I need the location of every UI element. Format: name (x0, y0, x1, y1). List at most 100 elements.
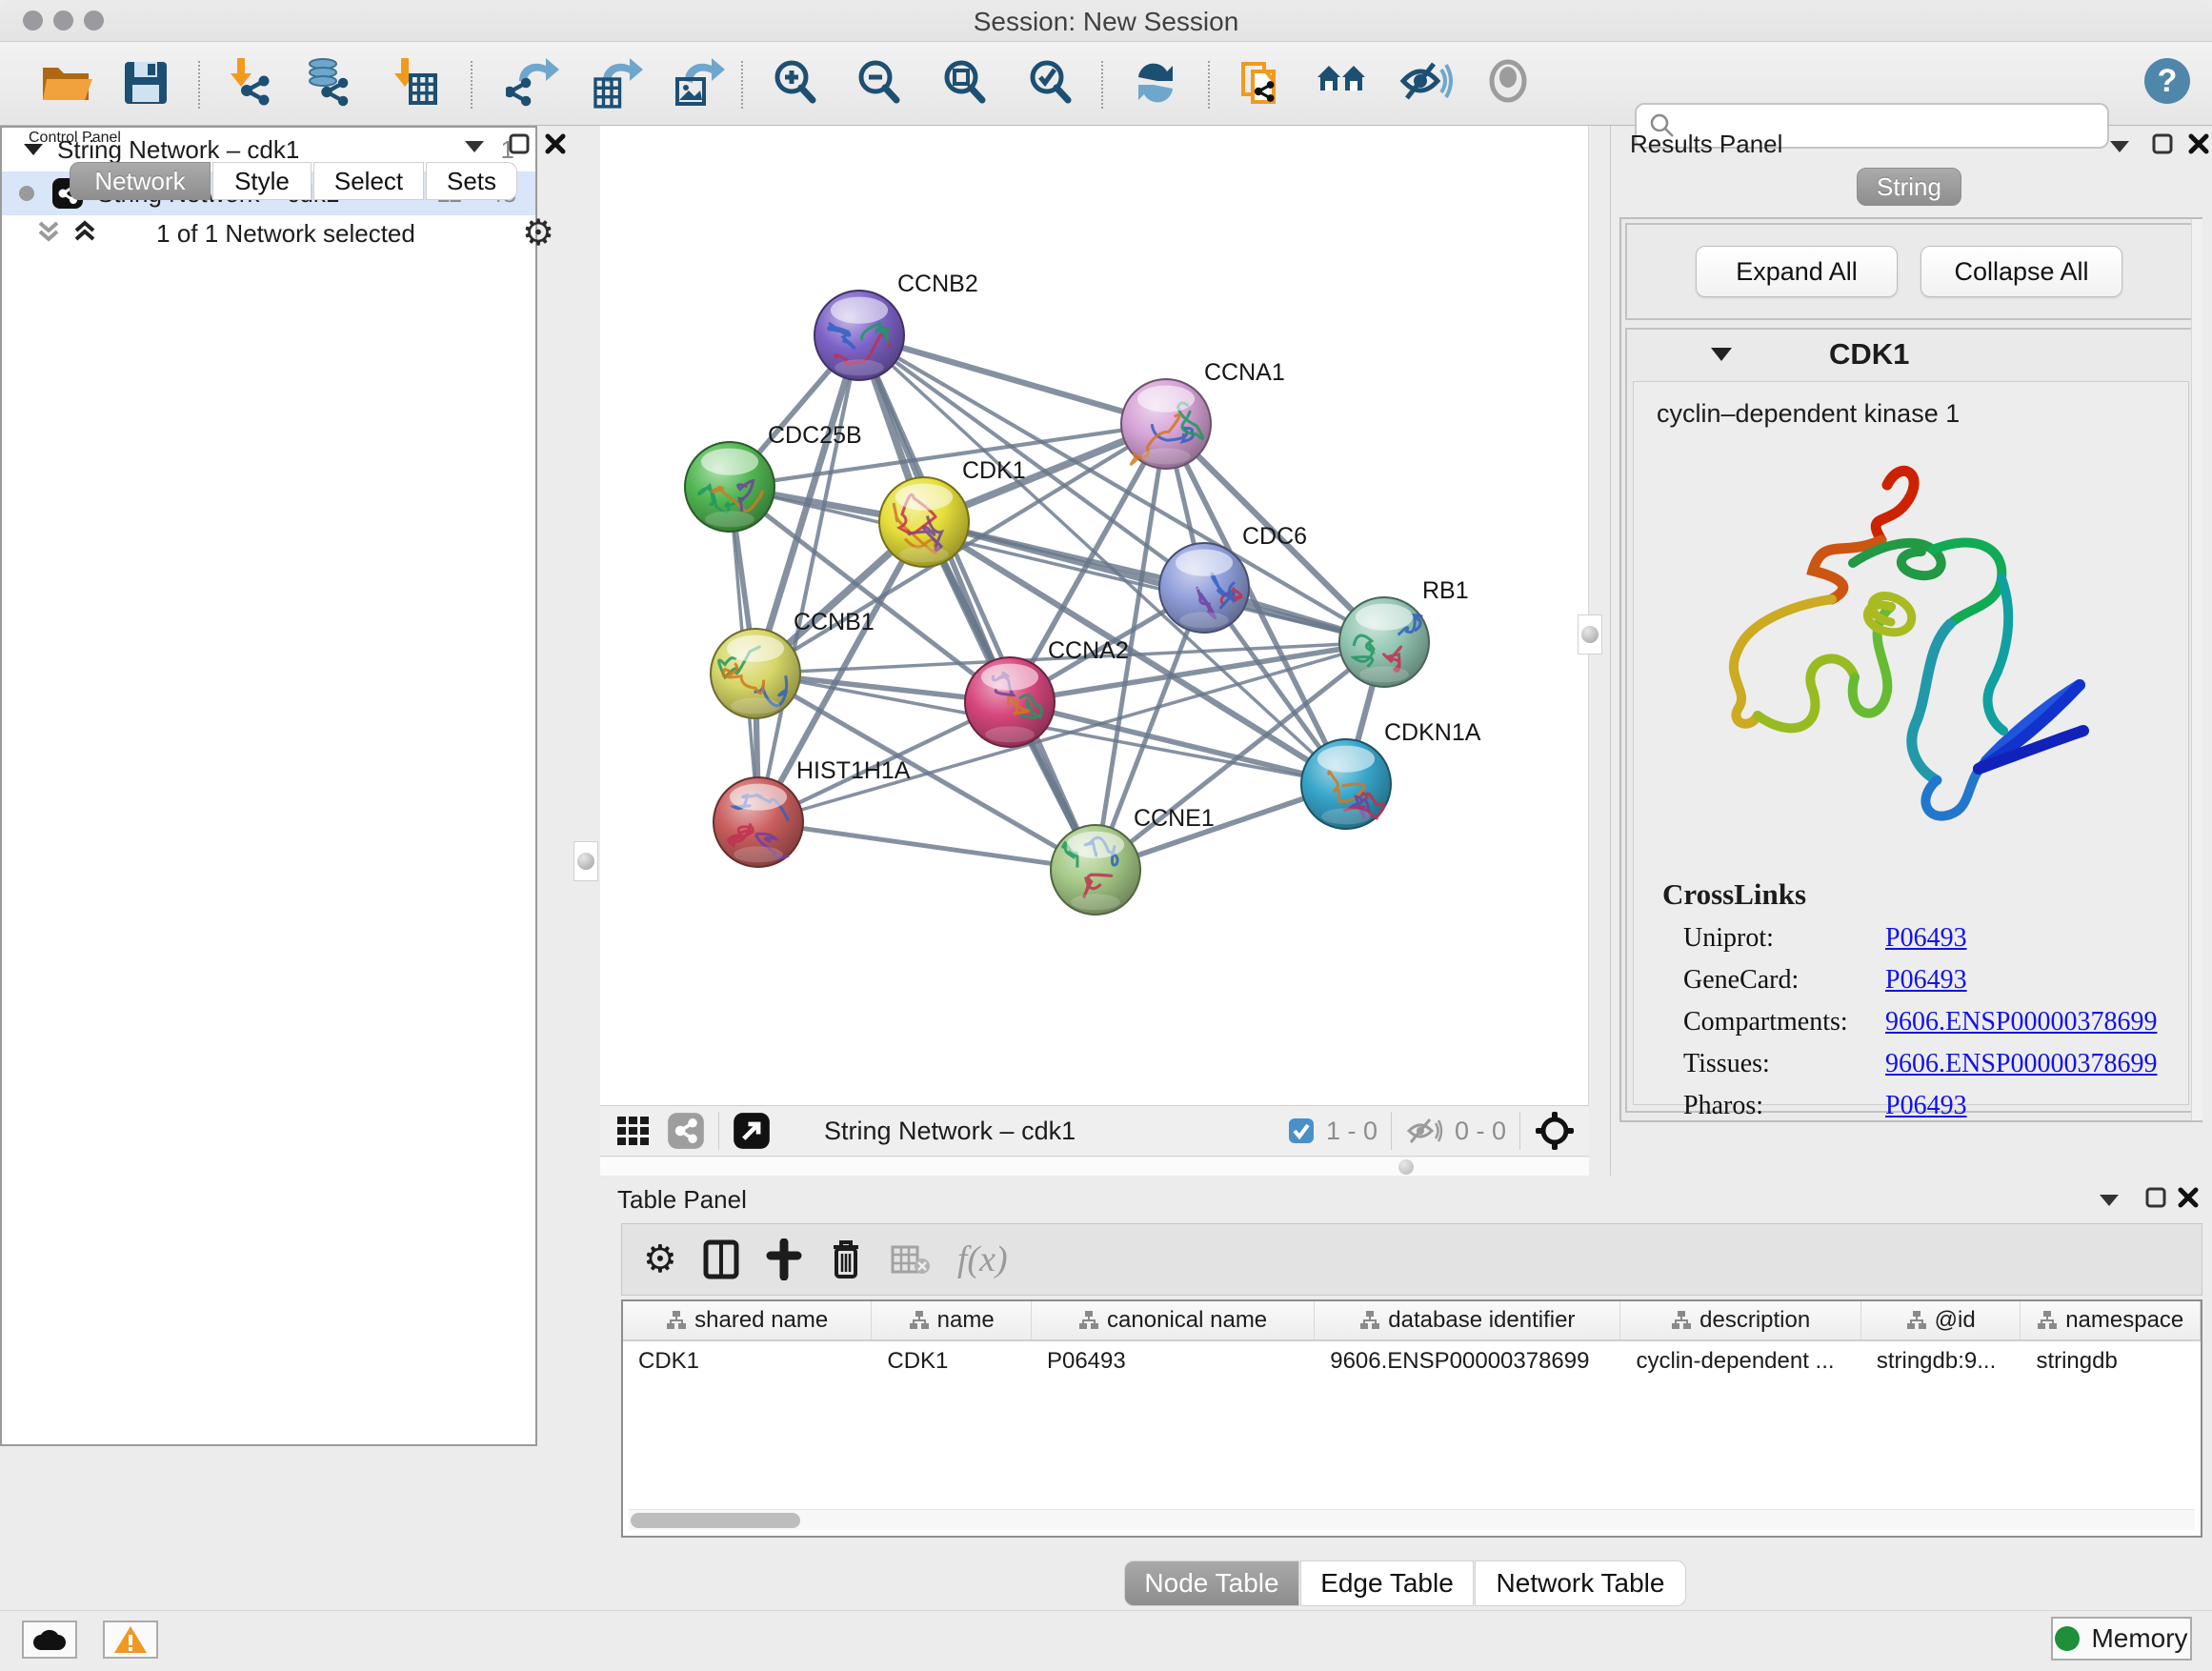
import-database-icon[interactable] (301, 55, 358, 112)
selected-checkbox-icon[interactable] (1288, 1117, 1315, 1144)
node-CCNB1[interactable]: CCNB1 (711, 609, 875, 718)
zoom-selected-icon[interactable] (1023, 55, 1080, 112)
edge-CCNB2-CCNE1[interactable] (859, 335, 1096, 870)
right-splitter-handle[interactable] (1578, 614, 1602, 654)
results-panel-float-icon[interactable] (2152, 133, 2173, 154)
control-panel-float-icon[interactable] (509, 133, 530, 154)
memory-button[interactable]: Memory (2051, 1617, 2192, 1661)
add-column-icon[interactable] (765, 1238, 803, 1280)
gene-collapse-icon[interactable] (1709, 346, 1734, 363)
column-header-namespace[interactable]: namespace (2021, 1301, 2201, 1339)
crosslink-link[interactable]: 9606.ENSP00000378699 (1885, 1007, 2157, 1037)
hidden-eye-icon[interactable] (1405, 1116, 1443, 1146)
horizontal-splitter[interactable] (600, 1158, 1589, 1177)
table-hscroll-thumb[interactable] (631, 1513, 800, 1528)
import-network-icon[interactable] (221, 55, 278, 112)
column-header-name[interactable]: name (872, 1301, 1032, 1339)
table-cell[interactable]: stringdb (2021, 1341, 2201, 1381)
tab-node-table[interactable]: Node Table (1124, 1560, 1299, 1606)
table-cell[interactable]: cyclin-dependent ... (1620, 1341, 1860, 1381)
delete-column-icon[interactable] (828, 1238, 864, 1281)
column-header-canonical-name[interactable]: canonical name (1032, 1301, 1315, 1339)
edge-HIST1H1A-CCNE1[interactable] (758, 822, 1096, 870)
grid-view-icon[interactable] (615, 1113, 652, 1149)
delete-table-icon[interactable] (891, 1243, 931, 1276)
column-header-database-identifier[interactable]: database identifier (1315, 1301, 1620, 1339)
zoom-out-icon[interactable] (852, 55, 909, 112)
table-cell[interactable]: CDK1 (623, 1341, 872, 1381)
control-panel-menu-icon[interactable] (463, 139, 486, 154)
zoom-in-icon[interactable] (768, 55, 825, 112)
tab-style[interactable]: Style (212, 162, 312, 200)
node-CCNA1[interactable]: CCNA1 (1121, 359, 1285, 469)
warnings-button[interactable] (103, 1621, 158, 1659)
clone-network-icon[interactable] (1235, 55, 1292, 112)
birdseye-toggle-icon[interactable] (1534, 1110, 1576, 1152)
zoom-fit-icon[interactable] (937, 55, 995, 112)
column-header-description[interactable]: description (1620, 1301, 1860, 1339)
open-session-icon[interactable] (38, 55, 95, 112)
table-cell[interactable]: stringdb:9... (1861, 1341, 2021, 1381)
tab-select[interactable]: Select (313, 162, 424, 200)
collapse-all-button[interactable]: Collapse All (1920, 246, 2122, 297)
table-settings-gear-icon[interactable]: ⚙ (643, 1238, 677, 1281)
edge-CCNB2-HIST1H1A[interactable] (758, 335, 859, 822)
refresh-icon[interactable] (1128, 55, 1185, 112)
node-CDC25B[interactable]: CDC25B (685, 422, 862, 532)
table-cell[interactable]: P06493 (1032, 1341, 1315, 1381)
table-hscrollbar[interactable] (629, 1509, 2195, 1530)
node-CDKN1A[interactable]: CDKN1A (1301, 719, 1481, 829)
node-RB1[interactable]: RB1 (1339, 577, 1469, 687)
open-in-browser-icon[interactable] (733, 1112, 771, 1150)
table-cell[interactable]: CDK1 (872, 1341, 1032, 1381)
network-canvas[interactable]: CCNB2CCNA1CDC25BCDK1CDC6RB1CCNB1CCNA2CDK… (600, 126, 1589, 1105)
tab-network[interactable]: Network (70, 162, 211, 200)
table-cell[interactable]: 9606.ENSP00000378699 (1315, 1341, 1620, 1381)
edge-CDK1-RB1[interactable] (924, 522, 1384, 642)
memory-status-dot (2055, 1626, 2080, 1651)
tab-sets[interactable]: Sets (426, 162, 517, 200)
column-header-shared-name[interactable]: shared name (623, 1301, 872, 1339)
results-panel-menu-icon[interactable] (2108, 139, 2131, 154)
help-icon[interactable]: ? (2142, 55, 2199, 112)
horizontal-splitter-handle[interactable] (1398, 1159, 1414, 1175)
network-edges[interactable] (730, 335, 1384, 870)
export-image-icon[interactable] (671, 55, 728, 112)
show-columns-icon[interactable] (702, 1238, 740, 1280)
expand-all-chevron-icon[interactable] (70, 217, 99, 246)
crosslink-link[interactable]: 9606.ENSP00000378699 (1885, 1049, 2157, 1079)
gene-section-header[interactable]: CDK1 (1627, 330, 2195, 379)
crosslink-link[interactable]: P06493 (1885, 923, 1967, 954)
string-home-icon[interactable] (1315, 55, 1372, 112)
tab-edge-table[interactable]: Edge Table (1300, 1560, 1474, 1606)
column-header--id[interactable]: @id (1861, 1301, 2021, 1339)
control-panel-close-icon[interactable] (545, 133, 566, 154)
crosslink-link[interactable]: P06493 (1885, 965, 1967, 996)
show-all-icon[interactable] (1482, 55, 1539, 112)
node-table[interactable]: shared namenamecanonical namedatabase id… (621, 1299, 2202, 1538)
results-scrollbar[interactable] (2191, 219, 2202, 1120)
tab-network-table[interactable]: Network Table (1475, 1560, 1686, 1606)
table-row[interactable]: CDK1CDK1P064939606.ENSP00000378699cyclin… (623, 1341, 2201, 1381)
toolbar-separator (1101, 61, 1103, 109)
crosslink-link[interactable]: P06493 (1885, 1091, 1967, 1121)
hide-selected-icon[interactable] (1397, 55, 1454, 112)
collapse-all-chevron-icon[interactable] (34, 217, 63, 246)
function-builder-icon[interactable]: f(x) (957, 1238, 1008, 1280)
network-options-gear-icon[interactable]: ⚙ (522, 211, 554, 254)
table-panel-close-icon[interactable] (2178, 1187, 2199, 1208)
export-table-icon[interactable] (589, 55, 646, 112)
results-panel-close-icon[interactable] (2188, 133, 2209, 154)
left-splitter-handle[interactable] (573, 841, 598, 881)
tab-string[interactable]: String (1857, 168, 1961, 206)
export-network-icon[interactable] (505, 55, 562, 112)
cloud-status-button[interactable] (22, 1621, 77, 1659)
table-panel-float-icon[interactable] (2145, 1187, 2166, 1208)
expand-all-button[interactable]: Expand All (1696, 246, 1898, 297)
network-graph[interactable]: CCNB2CCNA1CDC25BCDK1CDC6RB1CCNB1CCNA2CDK… (600, 126, 1589, 1105)
import-table-icon[interactable] (387, 55, 444, 112)
string-view-icon[interactable] (667, 1112, 705, 1150)
node-HIST1H1A[interactable]: HIST1H1A (714, 757, 911, 867)
save-session-icon[interactable] (118, 55, 175, 112)
table-panel-menu-icon[interactable] (2098, 1193, 2121, 1208)
